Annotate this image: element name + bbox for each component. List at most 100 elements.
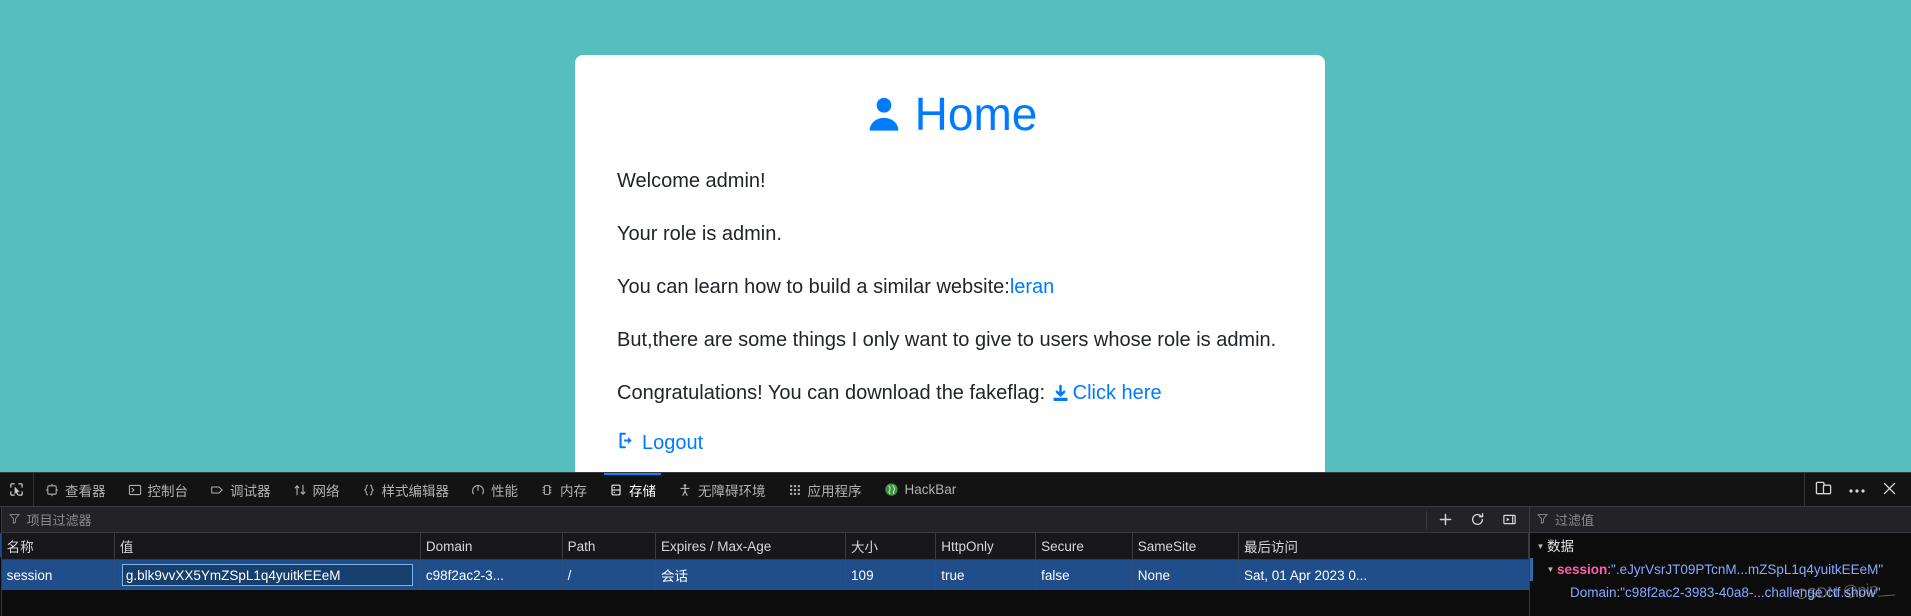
tab-network[interactable]: 网络 — [282, 473, 351, 506]
tab-console-label: 控制台 — [147, 483, 189, 499]
debugger-icon — [210, 483, 224, 497]
data-session-value: ".eJyrVsrJT09PTcnM...mZSpL1q4yuitkEEeM" — [1611, 562, 1884, 577]
inspector-icon — [45, 483, 59, 497]
home-card: Home Welcome admin! Your role is admin. … — [575, 55, 1325, 472]
user-icon — [863, 93, 905, 135]
cell-path[interactable]: / — [562, 559, 657, 590]
tab-storage[interactable]: 存储 — [598, 473, 667, 506]
congrats-text: Congratulations! You can download the fa… — [603, 378, 1297, 409]
learn-text: You can learn how to build a similar web… — [603, 272, 1297, 303]
tab-console[interactable]: 控制台 — [117, 473, 200, 506]
col-secure[interactable]: Secure — [1035, 533, 1133, 560]
tab-debugger[interactable]: 调试器 — [199, 473, 282, 506]
logout-label: Logout — [642, 431, 704, 454]
page-title: Home — [603, 89, 1297, 140]
data-domain-key: Domain: — [1569, 585, 1621, 600]
value-filter-input[interactable]: 过滤值 — [1555, 510, 1594, 529]
hackbar-icon — [884, 482, 899, 497]
cell-domain[interactable]: c98f2ac2-3... — [420, 559, 563, 590]
more-options-icon[interactable] — [1848, 482, 1866, 497]
tab-network-label: 网络 — [312, 483, 340, 499]
download-icon — [1051, 384, 1070, 403]
data-domain-row[interactable]: Domain: "c98f2ac2-3983-40a8-...challenge… — [1530, 581, 1911, 604]
tab-memory-label: 内存 — [560, 483, 587, 499]
col-path[interactable]: Path — [562, 533, 657, 560]
performance-icon — [471, 483, 485, 497]
accessibility-icon — [678, 483, 692, 497]
logout-link[interactable]: Logout — [603, 431, 1297, 456]
cell-size[interactable]: 109 — [845, 559, 937, 590]
page-title-text: Home — [914, 88, 1038, 140]
learn-prefix: You can learn how to build a similar web… — [617, 275, 1010, 298]
learn-link[interactable]: leran — [1010, 276, 1054, 298]
tab-debugger-label: 调试器 — [230, 483, 271, 499]
chevron-down-icon[interactable]: ▼ — [1544, 558, 1557, 581]
tab-inspector[interactable]: 查看器 — [34, 473, 117, 506]
tab-performance-label: 性能 — [491, 483, 518, 499]
devtools-panel: 查看器 控制台 调试器 网络 样式编辑器 性能 内存 存储 无障碍环境 应用程序… — [0, 472, 1911, 616]
tab-memory[interactable]: 内存 — [529, 473, 598, 506]
data-tree: ▼ 数据 ▼ session : ".eJyrVsrJT09PTcnM...mZ… — [1529, 533, 1911, 604]
data-session-row[interactable]: ▼ session : ".eJyrVsrJT09PTcnM...mZSpL1q… — [1529, 558, 1911, 581]
responsive-design-mode-icon[interactable] — [1815, 480, 1832, 500]
data-root-label: 数据 — [1546, 539, 1574, 554]
cookie-table: 名称 值 Domain Path Expires / Max-Age 大小 Ht… — [1, 533, 1529, 590]
col-size[interactable]: 大小 — [845, 533, 937, 560]
cookie-value-edit-input[interactable]: g.blk9vvXX5YmZSpL1q4yuitkEEeM — [121, 564, 413, 586]
devtools-toolbar: 查看器 控制台 调试器 网络 样式编辑器 性能 内存 存储 无障碍环境 应用程序… — [0, 473, 1911, 507]
tab-accessibility-label: 无障碍环境 — [698, 483, 766, 499]
style-editor-icon — [362, 483, 376, 497]
tab-accessibility[interactable]: 无障碍环境 — [667, 473, 777, 506]
tab-performance[interactable]: 性能 — [460, 473, 529, 506]
filter-icon — [8, 512, 21, 528]
table-header-row: 名称 值 Domain Path Expires / Max-Age 大小 Ht… — [1, 533, 1529, 560]
cell-samesite[interactable]: None — [1132, 559, 1240, 590]
col-name[interactable]: 名称 — [1, 533, 115, 560]
cell-secure[interactable]: false — [1035, 559, 1133, 590]
value-detail-pane: 过滤值 ▼ 数据 ▼ session : ".eJyrVsrJT09PTcnM.… — [1529, 507, 1911, 616]
tab-application-label: 应用程序 — [807, 483, 862, 499]
data-root-row[interactable]: ▼ 数据 — [1530, 535, 1911, 558]
tab-application[interactable]: 应用程序 — [777, 473, 873, 506]
application-icon — [788, 483, 802, 497]
refresh-icon[interactable] — [1465, 509, 1491, 531]
cell-name[interactable]: session — [1, 559, 115, 590]
element-picker-icon[interactable] — [0, 473, 34, 506]
browser-viewport: Home Welcome admin! Your role is admin. … — [0, 0, 1911, 472]
logout-icon — [617, 431, 636, 456]
tab-storage-label: 存储 — [629, 483, 656, 499]
item-filter-input[interactable]: 项目过滤器 — [27, 510, 92, 529]
devtools-toolbar-actions — [1804, 473, 1911, 506]
cell-expires[interactable]: 会话 — [655, 559, 847, 590]
close-devtools-icon[interactable] — [1882, 481, 1897, 499]
tab-style-editor[interactable]: 样式编辑器 — [351, 473, 461, 506]
tab-hackbar-label: HackBar — [904, 482, 957, 497]
col-httponly[interactable]: HttpOnly — [935, 533, 1037, 560]
console-icon — [128, 483, 142, 497]
tab-inspector-label: 查看器 — [65, 483, 106, 499]
col-last-accessed[interactable]: 最后访问 — [1238, 533, 1529, 560]
role-text: Your role is admin. — [617, 222, 782, 245]
col-value[interactable]: 值 — [114, 533, 421, 560]
toolbar-divider — [1425, 510, 1427, 529]
tab-hackbar[interactable]: HackBar — [873, 473, 968, 506]
tab-style-editor-label: 样式编辑器 — [381, 483, 450, 499]
import-icon[interactable] — [1497, 509, 1523, 531]
cell-last-accessed[interactable]: Sat, 01 Apr 2023 0... — [1238, 559, 1529, 590]
col-samesite[interactable]: SameSite — [1132, 533, 1240, 560]
congrats-prefix: Congratulations! You can download the fa… — [617, 381, 1046, 404]
col-expires[interactable]: Expires / Max-Age — [655, 533, 847, 560]
restriction-text: But,there are some things I only want to… — [617, 328, 1277, 351]
data-session-key: session — [1556, 562, 1608, 577]
table-row[interactable]: session g.blk9vvXX5YmZSpL1q4yuitkEEeM c9… — [1, 559, 1529, 590]
plus-icon[interactable] — [1433, 509, 1459, 531]
download-link[interactable]: Click here — [1073, 382, 1162, 404]
chevron-down-icon[interactable]: ▼ — [1534, 535, 1547, 558]
table-toolbar: 项目过滤器 — [1, 507, 1529, 533]
cell-httponly[interactable]: true — [935, 559, 1037, 590]
network-icon — [293, 483, 307, 497]
cell-value[interactable]: g.blk9vvXX5YmZSpL1q4yuitkEEeM — [114, 559, 421, 590]
col-domain[interactable]: Domain — [420, 533, 563, 560]
welcome-text: Welcome admin! — [617, 169, 766, 192]
